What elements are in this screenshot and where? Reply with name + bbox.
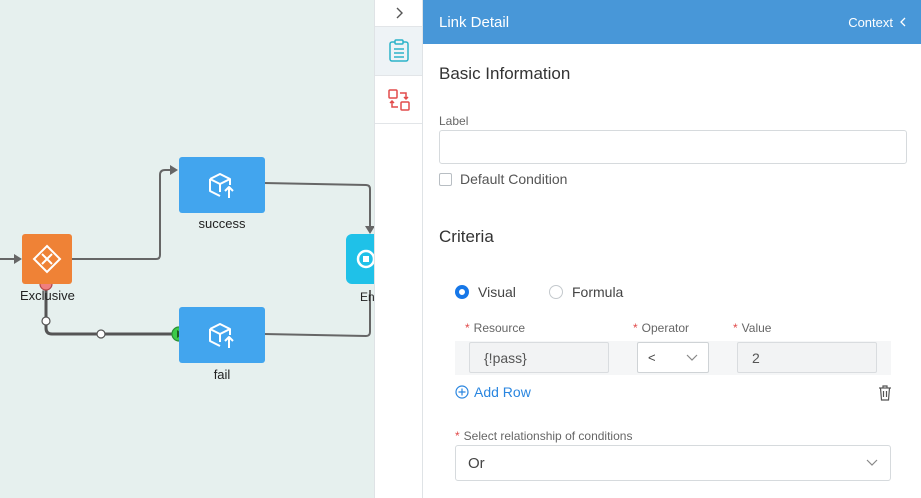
relationship-label-text: Select relationship of conditions bbox=[463, 429, 633, 443]
delete-row-button[interactable] bbox=[878, 385, 892, 404]
operator-value: < bbox=[648, 350, 656, 365]
chevron-right-icon bbox=[396, 7, 403, 19]
required-marker: * bbox=[633, 321, 638, 335]
plus-circle-icon bbox=[455, 385, 469, 399]
flow-canvas[interactable]: success fail Exclusive En bbox=[0, 0, 374, 498]
panel-header: Link Detail Context bbox=[423, 0, 921, 44]
link-mid-handle bbox=[96, 329, 106, 339]
radio-visual-label: Visual bbox=[478, 284, 516, 300]
default-condition-checkbox[interactable] bbox=[439, 172, 452, 186]
required-marker: * bbox=[465, 321, 470, 335]
default-condition-label: Default Condition bbox=[460, 171, 568, 187]
relationship-select[interactable]: Or bbox=[455, 445, 891, 481]
cube-upload-icon bbox=[209, 323, 234, 348]
fail-task-node[interactable] bbox=[179, 307, 265, 363]
chevron-down-icon bbox=[866, 459, 878, 466]
gateway-label: Exclusive bbox=[20, 288, 75, 303]
required-marker: * bbox=[733, 321, 738, 335]
success-task-node[interactable] bbox=[179, 157, 265, 213]
panel-title: Link Detail bbox=[439, 13, 510, 31]
context-toggle[interactable]: Context bbox=[848, 15, 907, 30]
criteria-heading: Criteria bbox=[439, 227, 494, 246]
basic-information-heading: Basic Information bbox=[439, 64, 571, 83]
label-input[interactable] bbox=[439, 130, 907, 164]
operator-column-header: * Operator bbox=[633, 321, 689, 335]
chevron-down-icon bbox=[686, 354, 698, 361]
value-column-label: Value bbox=[741, 321, 772, 335]
clipboard-list-icon bbox=[388, 39, 409, 62]
add-row-label: Add Row bbox=[474, 384, 531, 400]
end-node[interactable] bbox=[346, 234, 374, 284]
required-marker: * bbox=[455, 429, 460, 443]
chevron-left-icon bbox=[900, 17, 906, 27]
stop-icon bbox=[356, 249, 374, 269]
exclusive-gateway-icon bbox=[32, 244, 62, 274]
operator-select[interactable]: < bbox=[637, 342, 709, 373]
link-bend-handle bbox=[41, 316, 51, 326]
fail-node-label: fail bbox=[213, 367, 231, 382]
end-node-label: En bbox=[360, 290, 374, 304]
cube-upload-icon bbox=[209, 173, 234, 198]
add-row-button[interactable]: Add Row bbox=[455, 384, 531, 400]
operator-column-label: Operator bbox=[641, 321, 690, 335]
radio-formula-label: Formula bbox=[572, 284, 624, 300]
default-condition-checkbox-row[interactable]: Default Condition bbox=[439, 171, 567, 187]
exclusive-gateway-node[interactable] bbox=[22, 234, 72, 284]
trash-icon bbox=[879, 385, 891, 401]
tab-swap[interactable] bbox=[375, 76, 422, 124]
tab-properties[interactable] bbox=[375, 26, 422, 76]
connector-fail-to-end bbox=[263, 290, 371, 338]
panel-tab-strip bbox=[374, 0, 423, 498]
success-node-label: success bbox=[198, 216, 246, 231]
collapse-panel-button[interactable] bbox=[375, 0, 422, 26]
value-column-header: * Value bbox=[733, 321, 771, 335]
resource-column-label: Resource bbox=[473, 321, 526, 335]
radio-formula-button[interactable] bbox=[549, 285, 563, 299]
swap-icon bbox=[387, 88, 410, 111]
link-detail-panel: Link Detail Context Basic Information La… bbox=[423, 0, 921, 498]
resource-input[interactable]: {!pass} bbox=[469, 342, 609, 373]
relationship-value: Or bbox=[468, 454, 485, 472]
radio-visual[interactable]: Visual bbox=[455, 284, 516, 300]
radio-visual-button[interactable] bbox=[455, 285, 469, 299]
resource-column-header: * Resource bbox=[465, 321, 525, 335]
context-label: Context bbox=[848, 14, 893, 30]
relationship-label: * Select relationship of conditions bbox=[455, 429, 632, 443]
label-field-label: Label bbox=[439, 114, 469, 128]
value-input[interactable]: 2 bbox=[737, 342, 877, 373]
connector-to-success bbox=[72, 169, 172, 260]
radio-formula[interactable]: Formula bbox=[549, 284, 623, 300]
